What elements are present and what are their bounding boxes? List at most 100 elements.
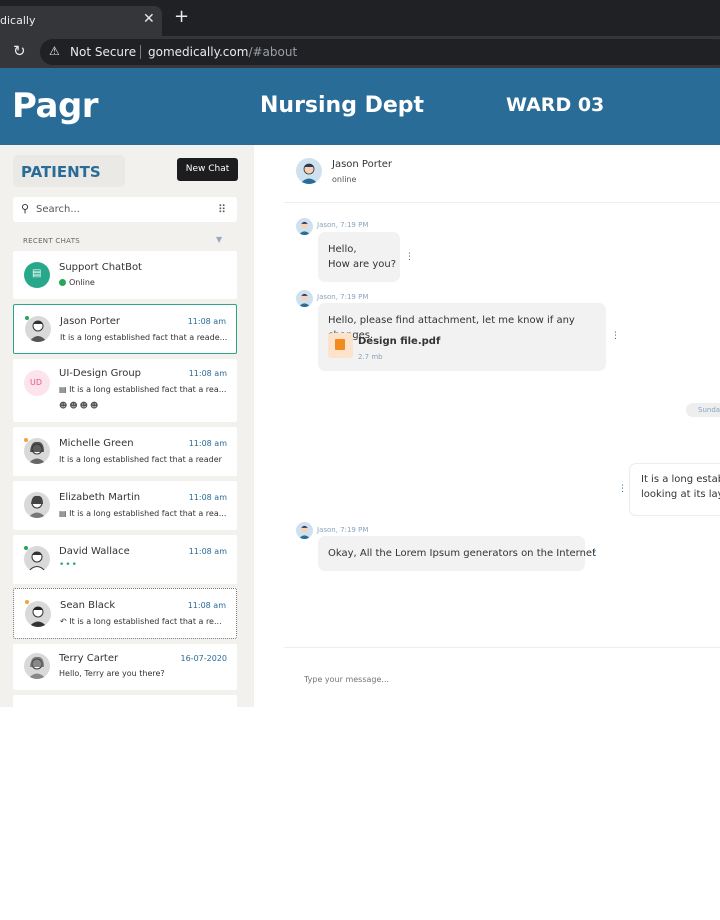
date-divider: Sunda — [686, 403, 720, 417]
chat-item-ui-design-group[interactable]: UD UI-Design Group 11:08 am ▤ It is a lo… — [13, 359, 237, 422]
chat-panel: Jason Porter online Jason, 7:19 PM Hello… — [254, 145, 720, 707]
message-bubble[interactable]: Okay, All the Lorem Ipsum generators on … — [318, 536, 596, 571]
chat-name: Elizabeth Martin — [59, 492, 141, 503]
document-icon: ▤ — [59, 509, 70, 518]
address-bar[interactable]: ⚠ Not Secure gomedically.com/#about — [40, 39, 720, 65]
chat-preview: ↶ It is a long established fact that a r… — [60, 617, 230, 626]
chat-item-michelle-green[interactable]: Michelle Green 11:08 am It is a long est… — [13, 427, 237, 476]
chatbot-avatar: ▤ — [24, 262, 50, 288]
chat-preview: It is a long established fact that a rea… — [60, 333, 228, 342]
warning-icon[interactable]: ⚠ — [49, 44, 60, 58]
chat-preview: ▤ It is a long established fact that a r… — [59, 385, 229, 394]
divider — [140, 45, 141, 59]
filter-icon[interactable]: ▼ — [216, 235, 222, 244]
new-chat-button[interactable]: New Chat — [177, 158, 238, 181]
dialpad-icon[interactable]: ⠿ — [218, 203, 226, 216]
chat-time: 16-07-2020 — [180, 654, 228, 663]
chat-time: 11:08 am — [188, 547, 227, 556]
status-dot — [24, 438, 28, 442]
more-options-icon[interactable]: ⋮ — [590, 548, 599, 558]
group-avatar: UD — [24, 370, 50, 396]
avatar — [24, 492, 50, 518]
pdf-file-icon[interactable] — [328, 333, 353, 358]
contact-avatar[interactable] — [296, 158, 322, 184]
attachment-name[interactable]: Design file.pdf — [358, 334, 440, 349]
chat-item-partial[interactable] — [13, 695, 237, 707]
security-label[interactable]: Not Secure — [70, 45, 136, 59]
search-icon: ⚲ — [21, 202, 30, 215]
search-input[interactable]: Search... — [36, 204, 80, 215]
search-box[interactable]: ⚲ Search... ⠿ — [13, 197, 237, 222]
chat-preview-text: It is a long established fact that a rea… — [69, 509, 227, 518]
avatar — [25, 601, 51, 627]
attachment-size: 2.7 mb — [358, 353, 383, 361]
url-text[interactable]: gomedically.com/#about — [148, 45, 297, 59]
chat-name: Support ChatBot — [59, 262, 142, 273]
more-options-icon[interactable]: ⋮ — [618, 484, 627, 494]
group-initials: UD — [30, 378, 43, 387]
message-composer — [284, 647, 720, 707]
chat-item-jason-porter[interactable]: Jason Porter 11:08 am It is a long estab… — [13, 304, 237, 354]
chat-name: UI-Design Group — [59, 368, 142, 379]
sender-avatar — [296, 290, 313, 307]
chat-preview: Hello, Terry are you there? — [59, 669, 165, 678]
chat-bubble-icon: ▤ — [32, 268, 42, 279]
message-line: It is a long establ — [641, 474, 720, 485]
browser-tab[interactable]: dically ✕ — [0, 6, 162, 36]
message-bubble[interactable]: Hello, How are you? — [318, 232, 400, 282]
message-line: How are you? — [328, 259, 397, 270]
outgoing-message-bubble[interactable]: It is a long establ looking at its layo — [629, 463, 720, 516]
browser-tabbar: dically ✕ + — [0, 0, 720, 36]
tab-title: dically — [0, 14, 36, 27]
avatar — [24, 546, 50, 572]
message-meta: Jason, 7:19 PM — [317, 293, 369, 301]
recent-chats-label: RECENT CHATS — [23, 237, 81, 245]
chat-item-david-wallace[interactable]: David Wallace 11:08 am ••• — [13, 535, 237, 584]
new-tab-icon[interactable]: + — [174, 8, 189, 26]
message-line: Hello, — [328, 244, 357, 255]
message-meta: Jason, 7:19 PM — [317, 526, 369, 534]
app-logo[interactable]: Pagr — [12, 86, 99, 126]
reply-icon: ↶ — [60, 617, 70, 626]
sender-avatar — [296, 218, 313, 235]
document-icon: ▤ — [59, 385, 70, 394]
url-path: /#about — [248, 45, 298, 59]
url-host: gomedically.com — [148, 45, 249, 59]
chat-time: 11:08 am — [187, 317, 226, 326]
chat-status-text: Online — [69, 278, 95, 287]
sender-avatar — [296, 522, 313, 539]
typing-indicator: ••• — [59, 560, 78, 570]
status-dot — [24, 546, 28, 550]
contact-status: online — [332, 175, 357, 184]
status-dot — [25, 600, 29, 604]
chat-status: Online — [59, 278, 229, 287]
more-options-icon[interactable]: ⋮ — [405, 252, 414, 262]
contact-name: Jason Porter — [332, 159, 393, 170]
chat-name: Jason Porter — [60, 316, 121, 327]
chat-preview-text: It is a long established fact that a rea… — [69, 385, 227, 394]
chat-item-terry-carter[interactable]: Terry Carter 16-07-2020 Hello, Terry are… — [13, 644, 237, 690]
avatar — [24, 653, 50, 679]
avatar — [25, 316, 51, 342]
chat-name: Terry Carter — [59, 653, 119, 664]
browser-toolbar: ↻ ⚠ Not Secure gomedically.com/#about — [0, 36, 720, 68]
message-meta: Jason, 7:19 PM — [317, 221, 369, 229]
chat-preview: It is a long established fact that a rea… — [59, 455, 222, 464]
department-title: Nursing Dept — [260, 93, 425, 118]
chat-item-sean-black[interactable]: Sean Black 11:08 am ↶ It is a long estab… — [13, 588, 237, 639]
chat-item-support-chatbot[interactable]: ▤ Support ChatBot Online — [13, 251, 237, 299]
patients-header: PATIENTS — [13, 155, 125, 187]
more-options-icon[interactable]: ⋮ — [611, 331, 620, 341]
chat-time: 11:08 am — [187, 601, 226, 610]
patients-sidebar: PATIENTS New Chat ⚲ Search... ⠿ RECENT C… — [0, 145, 254, 707]
chat-time: 11:08 am — [188, 369, 227, 378]
chat-time: 11:08 am — [188, 493, 227, 502]
status-dot — [25, 316, 29, 320]
chat-time: 11:08 am — [188, 439, 227, 448]
message-input[interactable] — [304, 675, 604, 684]
chat-item-elizabeth-martin[interactable]: Elizabeth Martin 11:08 am ▤ It is a long… — [13, 481, 237, 530]
reload-icon[interactable]: ↻ — [13, 42, 26, 60]
chat-name: David Wallace — [59, 546, 130, 557]
message-bubble-attachment[interactable]: Hello, please find attachment, let me kn… — [318, 303, 606, 371]
close-icon[interactable]: ✕ — [143, 11, 155, 27]
